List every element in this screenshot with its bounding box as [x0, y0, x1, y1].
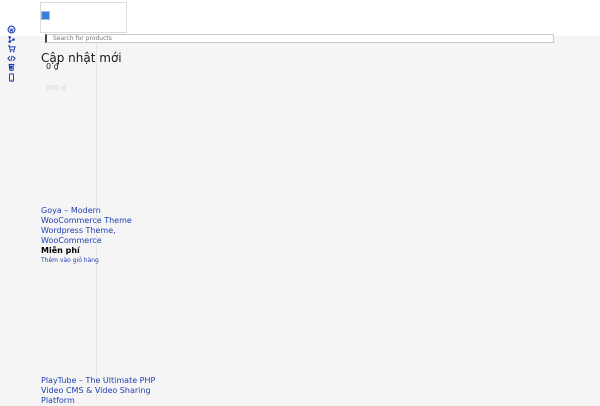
broken-image-icon	[41, 11, 50, 20]
sidebar-icons	[7, 25, 17, 82]
product-title[interactable]: PlayTube – The Ultimate PHP Video CMS & …	[41, 376, 161, 406]
cart-icon[interactable]	[7, 44, 16, 53]
product-card: PlayTube – The Ultimate PHP Video CMS & …	[41, 376, 161, 406]
add-to-cart-link[interactable]: Thêm vào giỏ hàng	[41, 256, 161, 265]
product-card: Goya – Modern WooCommerce Theme Wordpres…	[41, 206, 161, 265]
top-header	[0, 0, 600, 36]
product-price: Miễn phí	[41, 246, 80, 255]
faint-price-text: 000 ₫	[46, 84, 67, 92]
product-title[interactable]: Goya – Modern WooCommerce Theme	[41, 206, 161, 226]
code-icon[interactable]	[7, 54, 16, 63]
mobile-icon[interactable]	[7, 72, 16, 82]
wordpress-icon[interactable]	[7, 25, 16, 34]
search-input[interactable]	[45, 34, 554, 43]
site-logo[interactable]	[40, 2, 127, 33]
product-categories[interactable]: Wordpress Theme, WooCommerce	[41, 226, 161, 246]
cart-total[interactable]: 0 ₫	[46, 62, 59, 71]
css3-icon[interactable]	[7, 63, 16, 72]
share-icon[interactable]	[7, 35, 16, 44]
